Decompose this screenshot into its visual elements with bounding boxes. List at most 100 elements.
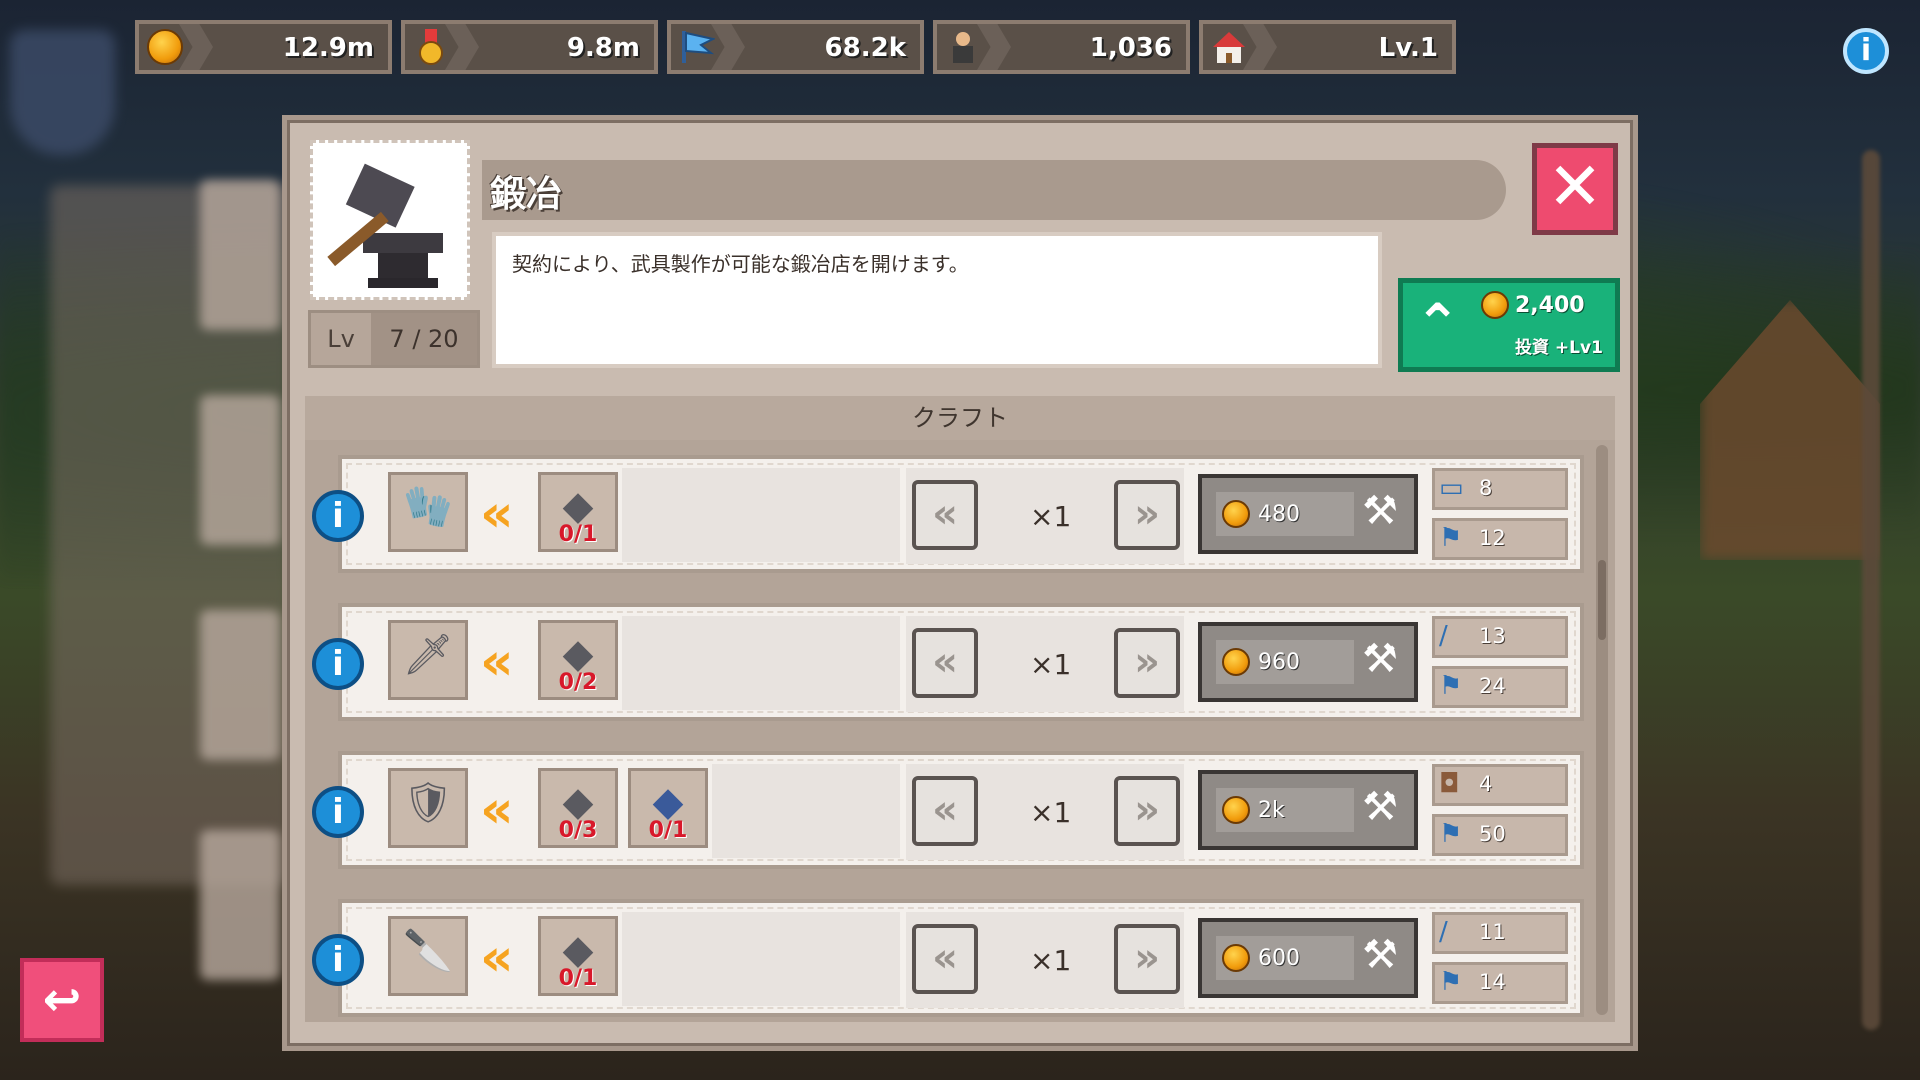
resource-gold[interactable]: 12.9m bbox=[135, 20, 392, 74]
reward-flag: ⚑ 24 bbox=[1432, 666, 1568, 708]
material-area bbox=[712, 764, 900, 858]
craft-item-slot[interactable]: 🔪 bbox=[388, 916, 468, 996]
resource-flag[interactable]: 68.2k bbox=[667, 20, 924, 74]
double-left-arrow-icon: « bbox=[480, 632, 514, 692]
craft-quantity: ×1 bbox=[1030, 796, 1072, 829]
decrease-quantity-button[interactable]: « bbox=[912, 628, 978, 698]
reward-flag: ⚑ 50 bbox=[1432, 814, 1568, 856]
material-count: 0/3 bbox=[558, 818, 598, 843]
invest-cost-row: 2,400 bbox=[1481, 291, 1585, 319]
material-slot[interactable]: ◆ 0/2 bbox=[538, 620, 618, 700]
item-info-button[interactable]: i bbox=[312, 638, 364, 690]
gold-value: 12.9m bbox=[282, 33, 374, 63]
title-bar bbox=[482, 160, 1506, 220]
increase-quantity-button[interactable]: » bbox=[1114, 924, 1180, 994]
material-area bbox=[622, 468, 900, 562]
chevron-decoration bbox=[1243, 24, 1277, 70]
flag-icon: ⚑ bbox=[1439, 671, 1463, 701]
craft-button[interactable]: 600 ⚒ bbox=[1198, 918, 1418, 998]
decrease-quantity-button[interactable]: « bbox=[912, 480, 978, 550]
blacksmith-portrait bbox=[310, 140, 470, 300]
item-info-button[interactable]: i bbox=[312, 934, 364, 986]
craft-quantity: ×1 bbox=[1030, 500, 1072, 533]
material-slot[interactable]: ◆ 0/1 bbox=[538, 916, 618, 996]
chevron-decoration bbox=[445, 24, 479, 70]
double-left-arrow-icon: « bbox=[480, 484, 514, 544]
decrease-quantity-button[interactable]: « bbox=[912, 924, 978, 994]
material-area bbox=[622, 616, 900, 710]
craft-cost-box: 480 bbox=[1216, 492, 1354, 536]
craft-scroll-thumb[interactable] bbox=[1598, 560, 1606, 640]
flag-icon bbox=[682, 31, 715, 63]
background-card bbox=[200, 830, 280, 980]
material-slot[interactable]: ◆ 0/1 bbox=[538, 472, 618, 552]
material-area bbox=[622, 912, 900, 1006]
hammer-icon: ⚒ bbox=[1362, 932, 1398, 978]
craft-item-slot[interactable]: 🧤 bbox=[388, 472, 468, 552]
back-button[interactable]: ↩ bbox=[20, 958, 104, 1042]
level-label: Lv bbox=[327, 325, 355, 353]
population-value: 1,036 bbox=[1089, 33, 1172, 63]
hammer-icon: ⚒ bbox=[1362, 488, 1398, 534]
craft-section-header: クラフト bbox=[305, 396, 1615, 440]
level-value: 7 / 20 bbox=[371, 313, 477, 365]
item-info-button[interactable]: i bbox=[312, 490, 364, 542]
craft-quantity: ×1 bbox=[1030, 944, 1072, 977]
item-info-button[interactable]: i bbox=[312, 786, 364, 838]
craft-item-slot[interactable]: 🗡 bbox=[388, 620, 468, 700]
craft-item-slot[interactable]: 🛡 bbox=[388, 768, 468, 848]
craft-cost: 600 bbox=[1258, 945, 1300, 971]
resource-medal[interactable]: 9.8m bbox=[401, 20, 658, 74]
flag-icon: ⚑ bbox=[1439, 523, 1463, 553]
background-card bbox=[200, 180, 280, 330]
reward-item: / 13 bbox=[1432, 616, 1568, 658]
medal-value: 9.8m bbox=[566, 33, 640, 63]
flag-icon: ⚑ bbox=[1439, 967, 1463, 997]
dagger-icon: / bbox=[1439, 917, 1448, 947]
craft-button[interactable]: 2k ⚒ bbox=[1198, 770, 1418, 850]
increase-quantity-button[interactable]: » bbox=[1114, 628, 1180, 698]
gold-coin-icon bbox=[1222, 648, 1250, 676]
reward-item: ▭ 8 bbox=[1432, 468, 1568, 510]
reward-flag: ⚑ 14 bbox=[1432, 962, 1568, 1004]
invest-button[interactable]: ⌃ 2,400 投資 +Lv1 bbox=[1398, 278, 1620, 372]
info-button[interactable]: i bbox=[1843, 28, 1889, 74]
material-slot[interactable]: ◆ 0/3 bbox=[538, 768, 618, 848]
double-left-arrow-icon: « bbox=[480, 928, 514, 988]
reward-item-count: 8 bbox=[1479, 476, 1493, 500]
shield-icon: 🛡 bbox=[402, 780, 454, 826]
anvil-hammer-icon bbox=[327, 163, 443, 288]
resource-house[interactable]: Lv.1 bbox=[1199, 20, 1456, 74]
increase-quantity-button[interactable]: » bbox=[1114, 776, 1180, 846]
close-button[interactable]: ✕ bbox=[1532, 143, 1618, 235]
gold-coin-icon bbox=[1222, 500, 1250, 528]
gold-coin-icon bbox=[1222, 944, 1250, 972]
material-count: 0/2 bbox=[558, 670, 598, 695]
chevron-decoration bbox=[179, 24, 213, 70]
craft-cost: 960 bbox=[1258, 649, 1300, 675]
decrease-quantity-button[interactable]: « bbox=[912, 776, 978, 846]
level-display: Lv 7 / 20 bbox=[308, 310, 480, 368]
house-icon bbox=[1213, 32, 1245, 63]
craft-button[interactable]: 480 ⚒ bbox=[1198, 474, 1418, 554]
reward-flag: ⚑ 12 bbox=[1432, 518, 1568, 560]
gold-coin-icon bbox=[1481, 291, 1509, 319]
craft-scrollbar[interactable] bbox=[1596, 445, 1608, 1015]
craft-cost-box: 960 bbox=[1216, 640, 1354, 684]
invest-label: 投資 +Lv1 bbox=[1515, 338, 1603, 358]
craft-button[interactable]: 960 ⚒ bbox=[1198, 622, 1418, 702]
panel-title: 鍛冶 bbox=[490, 174, 563, 215]
reward-item-count: 11 bbox=[1479, 920, 1506, 944]
craft-cost-box: 2k bbox=[1216, 788, 1354, 832]
material-count: 0/1 bbox=[558, 522, 598, 547]
reward-flag-count: 14 bbox=[1479, 970, 1506, 994]
material-count: 0/1 bbox=[558, 966, 598, 991]
material-count: 0/1 bbox=[648, 818, 688, 843]
background-card bbox=[200, 610, 280, 760]
increase-quantity-button[interactable]: » bbox=[1114, 480, 1180, 550]
material-slot[interactable]: ◆ 0/1 bbox=[628, 768, 708, 848]
person-icon bbox=[953, 32, 973, 63]
resource-population[interactable]: 1,036 bbox=[933, 20, 1190, 74]
reward-flag-count: 50 bbox=[1479, 822, 1506, 846]
shield-icon: ◘ bbox=[1439, 769, 1460, 799]
